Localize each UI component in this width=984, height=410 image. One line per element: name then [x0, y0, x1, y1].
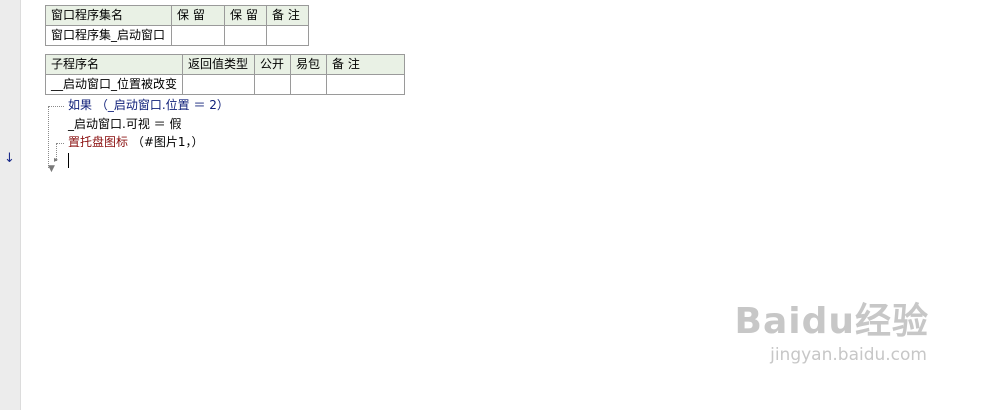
subroutine-name-header: 子程序名 — [44, 54, 184, 75]
reserved-cell-1[interactable] — [171, 25, 225, 46]
module-table-header: 窗口程序集名 保 留 保 留 备 注 — [45, 5, 309, 26]
else-branch-line — [56, 143, 64, 144]
module-name-header: 窗口程序集名 — [45, 5, 172, 26]
reserved-header-2: 保 留 — [224, 5, 267, 26]
watermark-logo: Baidu经验 — [734, 301, 929, 342]
easy-package-header: 易包 — [290, 54, 328, 75]
subroutine-table-header: 子程序名 返回值类型 公开 易包 备 注 — [44, 54, 406, 75]
if-branch-line — [48, 106, 64, 107]
line-gutter: ↓ — [0, 0, 21, 410]
easy-package-cell[interactable] — [290, 74, 328, 95]
remark-cell[interactable] — [266, 25, 309, 46]
if-outer-vertical-line — [48, 106, 49, 168]
module-table-row[interactable]: 窗口程序集_启动窗口 — [45, 25, 309, 46]
module-name-cell[interactable]: 窗口程序集_启动窗口 — [45, 25, 172, 46]
sub-remark-cell[interactable] — [326, 74, 406, 95]
else-fold-marker-icon: ▸ — [54, 155, 59, 164]
public-cell[interactable] — [254, 74, 292, 95]
remark-header: 备 注 — [266, 5, 309, 26]
subroutine-name-cell[interactable]: __启动窗口_位置被改变 — [44, 74, 184, 95]
subroutine-table-row[interactable]: __启动窗口_位置被改变 — [44, 74, 406, 95]
return-type-header: 返回值类型 — [182, 54, 256, 75]
reserved-header-1: 保 留 — [171, 5, 225, 26]
subroutine-table: 子程序名 返回值类型 公开 易包 备 注 __启动窗口_位置被改变 — [44, 54, 406, 95]
reserved-cell-2[interactable] — [224, 25, 267, 46]
sub-remark-header: 备 注 — [326, 54, 406, 75]
code-line-if[interactable]: 如果 （_启动窗口.位置 ＝ 2） — [68, 97, 229, 114]
text-caret — [68, 153, 69, 168]
code-line-set-tray-icon[interactable]: 置托盘图标 （#图片1，） — [68, 134, 204, 151]
return-type-cell[interactable] — [182, 74, 256, 95]
public-header: 公开 — [254, 54, 292, 75]
module-table: 窗口程序集名 保 留 保 留 备 注 窗口程序集_启动窗口 — [45, 5, 309, 46]
watermark-url: jingyan.baidu.com — [770, 345, 927, 365]
set-tray-icon-command: 置托盘图标 — [68, 135, 129, 149]
watermark: Baidu经验 jingyan.baidu.com — [735, 300, 929, 366]
current-line-arrow-icon: ↓ — [4, 151, 15, 166]
set-tray-icon-args: （#图片1，） — [131, 135, 204, 149]
code-line-visible-assign[interactable]: _启动窗口.可视 ＝ 假 — [68, 116, 181, 133]
flow-end-arrow-icon: ▼ — [48, 164, 55, 174]
